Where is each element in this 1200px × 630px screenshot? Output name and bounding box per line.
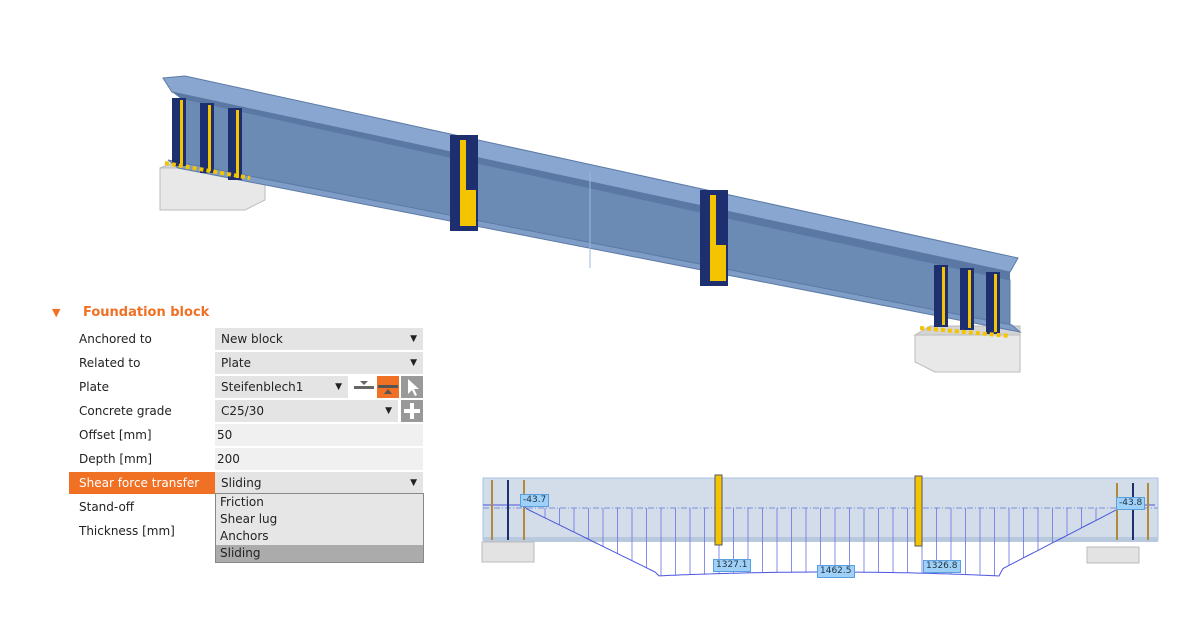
anchored-to-select[interactable]: New block ▼ <box>215 328 423 350</box>
chevron-down-icon: ▼ <box>410 334 417 344</box>
diagram-label: -43.8 <box>1116 497 1146 510</box>
select-value: Plate <box>221 356 252 370</box>
property-label: Thickness [mm] <box>79 524 175 538</box>
triangle-down-icon[interactable]: ▼ <box>48 306 83 319</box>
splice-joint-1 <box>450 135 478 231</box>
add-concrete-button[interactable] <box>401 400 423 422</box>
plate-align-bottom-icon <box>378 385 398 394</box>
splice-joint-2 <box>700 190 728 286</box>
property-depth: Depth [mm] 200 <box>69 448 423 470</box>
plate-align-top-button[interactable] <box>353 376 375 398</box>
shear-force-transfer-select[interactable]: Sliding ▼ <box>215 472 423 494</box>
pick-plate-button[interactable] <box>401 376 423 398</box>
property-shear-force-transfer: Shear force transfer Sliding ▼ <box>69 472 423 494</box>
diagram-label: 1327.1 <box>713 559 751 572</box>
plate-align-top-icon <box>354 381 374 389</box>
chevron-down-icon: ▼ <box>410 358 417 368</box>
plate-align-bottom-button[interactable] <box>377 376 399 398</box>
support-left <box>481 541 535 563</box>
select-value: Sliding <box>221 476 262 490</box>
pick-cursor-icon <box>408 379 419 396</box>
property-label: Plate <box>79 380 110 394</box>
foundation-block-right <box>913 325 1021 373</box>
property-offset: Offset [mm] 50 <box>69 424 423 446</box>
related-to-select[interactable]: Plate ▼ <box>215 352 423 374</box>
beam-elevation <box>482 477 1159 541</box>
add-icon <box>404 403 420 419</box>
plate-select[interactable]: Steifenblech1 ▼ <box>215 376 348 398</box>
dropdown-option-sliding[interactable]: Sliding <box>216 545 423 562</box>
select-value: Steifenblech1 <box>221 380 304 394</box>
offset-input[interactable]: 50 <box>215 424 423 446</box>
dropdown-option-shear-lug[interactable]: Shear lug <box>216 511 423 528</box>
select-value: New block <box>221 332 283 346</box>
section-title: Foundation block <box>83 304 210 320</box>
property-label: Depth [mm] <box>79 452 153 466</box>
property-label: Stand-off <box>79 500 135 514</box>
property-concrete-grade: Concrete grade C25/30 ▼ <box>69 400 423 422</box>
dropdown-option-friction[interactable]: Friction <box>216 494 423 511</box>
depth-input[interactable]: 200 <box>215 448 423 470</box>
dropdown-option-anchors[interactable]: Anchors <box>216 528 423 545</box>
property-related-to: Related to Plate ▼ <box>69 352 423 374</box>
section-header[interactable]: ▼ Foundation block <box>48 302 209 322</box>
property-label: Concrete grade <box>79 404 172 418</box>
chevron-down-icon: ▼ <box>385 406 392 416</box>
property-label: Anchored to <box>79 332 152 346</box>
i-beam <box>162 75 1022 333</box>
property-plate: Plate Steifenblech1 ▼ <box>69 376 423 398</box>
property-label: Related to <box>79 356 141 370</box>
select-value: C25/30 <box>221 404 264 418</box>
concrete-grade-select[interactable]: C25/30 ▼ <box>215 400 398 422</box>
bottom-flange <box>483 537 1158 542</box>
diagram-label: 1462.5 <box>817 565 855 578</box>
property-label: Offset [mm] <box>79 428 152 442</box>
diagram-label: 1326.8 <box>923 560 961 573</box>
property-label: Shear force transfer <box>69 472 219 494</box>
stiffeners-2d <box>491 474 1149 547</box>
chevron-down-icon: ▼ <box>335 382 342 392</box>
diagram-label: -43.7 <box>520 494 550 507</box>
shear-force-transfer-dropdown[interactable]: Friction Shear lug Anchors Sliding <box>215 493 424 563</box>
chevron-down-icon: ▼ <box>410 478 417 488</box>
support-right <box>1086 546 1140 564</box>
property-anchored-to: Anchored to New block ▼ <box>69 328 423 350</box>
